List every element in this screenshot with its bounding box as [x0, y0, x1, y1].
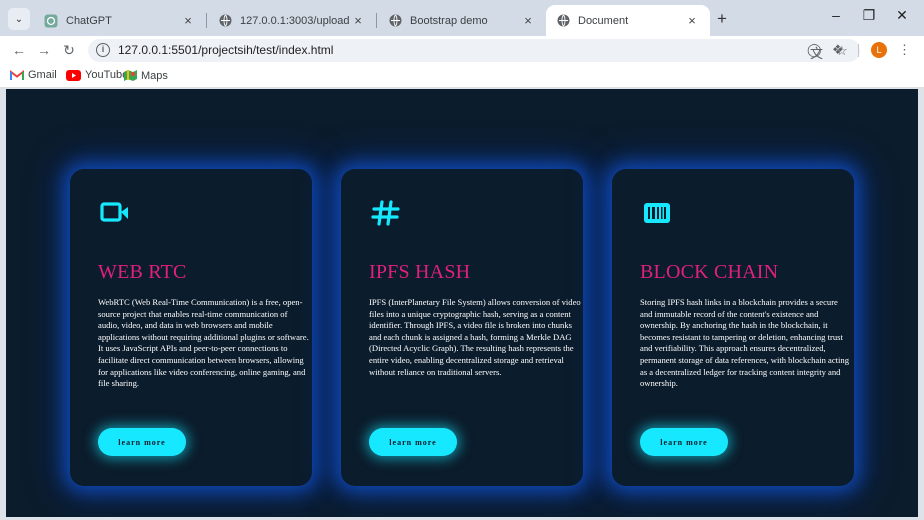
card-title: WEB RTC [98, 261, 187, 283]
gmail-icon [10, 69, 24, 81]
chatgpt-icon [44, 14, 58, 28]
tab-chatgpt[interactable]: ChatGPT × [34, 5, 206, 36]
tab-document[interactable]: Document × [546, 5, 710, 36]
learn-more-button[interactable]: learn more [98, 428, 186, 456]
profile-avatar[interactable]: L [871, 42, 887, 58]
hashtag-icon [371, 199, 401, 227]
tab-title: Document [578, 14, 629, 27]
reload-icon[interactable]: ↻ [60, 41, 78, 59]
forward-arrow-icon[interactable]: → [35, 41, 53, 59]
globe-icon [388, 14, 402, 28]
site-info-icon[interactable]: i [96, 43, 110, 57]
tab-strip: ⌄ ChatGPT × 127.0.0.1:3003/upload × Boot… [0, 0, 924, 36]
tab-title: 127.0.0.1:3003/upload [240, 14, 350, 27]
tab-close-icon[interactable]: × [520, 13, 536, 28]
feature-card-webrtc: WEB RTC WebRTC (Web Real-Time Communicat… [70, 169, 312, 486]
bookmark-maps[interactable]: Maps [124, 69, 168, 82]
page-content: WEB RTC WebRTC (Web Real-Time Communicat… [6, 89, 918, 517]
tab-close-icon[interactable]: × [180, 13, 196, 28]
video-camera-icon [100, 199, 130, 227]
barcode-icon [642, 199, 672, 227]
tab-search-button[interactable]: ⌄ [8, 8, 30, 30]
kebab-menu-icon[interactable]: ⋮ [898, 42, 911, 58]
tab-title: ChatGPT [66, 14, 112, 27]
learn-more-button[interactable]: learn more [369, 428, 457, 456]
tab-title: Bootstrap demo [410, 14, 488, 27]
minimize-icon[interactable]: – [826, 7, 846, 23]
bookmark-label: Gmail [28, 69, 57, 81]
window-close-icon[interactable]: ✕ [892, 7, 912, 24]
feature-card-ipfs-hash: IPFS HASH IPFS (InterPlanetary File Syst… [341, 169, 583, 486]
card-title: IPFS HASH [369, 261, 471, 283]
toolbar-divider [858, 44, 859, 57]
extension-shield-icon[interactable]: ◯ [807, 42, 822, 58]
restore-icon[interactable]: ❐ [859, 7, 879, 24]
chevron-down-icon: ⌄ [14, 13, 24, 25]
maps-icon [124, 69, 137, 82]
tab-close-icon[interactable]: × [350, 13, 366, 28]
globe-icon [218, 14, 232, 28]
feature-card-blockchain: BLOCK CHAIN Storing IPFS hash links in a… [612, 169, 854, 486]
card-title: BLOCK CHAIN [640, 261, 779, 283]
tab-divider [206, 13, 207, 28]
tab-bootstrap-demo[interactable]: Bootstrap demo × [378, 5, 546, 36]
card-description: IPFS (InterPlanetary File System) allows… [369, 297, 581, 377]
bookmark-label: YouTube [85, 69, 129, 81]
bookmarks-bar: Gmail YouTube Maps [0, 64, 924, 88]
address-bar[interactable]: i 127.0.0.1:5501/projectsih/test/index.h… [88, 39, 860, 62]
new-tab-button[interactable]: + [712, 9, 732, 29]
url-text[interactable]: 127.0.0.1:5501/projectsih/test/index.htm… [118, 43, 333, 57]
learn-more-button[interactable]: learn more [640, 428, 728, 456]
card-description: Storing IPFS hash links in a blockchain … [640, 297, 850, 389]
bookmark-label: Maps [141, 69, 168, 82]
browser-toolbar: ← → ↻ i 127.0.0.1:5501/projectsih/test/i… [0, 36, 924, 64]
extensions-puzzle-icon[interactable]: ❖ [832, 42, 844, 58]
bookmark-youtube[interactable]: YouTube [66, 69, 128, 81]
tab-close-icon[interactable]: × [684, 13, 700, 28]
back-arrow-icon[interactable]: ← [10, 41, 28, 59]
globe-icon [556, 14, 570, 28]
bookmark-gmail[interactable]: Gmail [10, 69, 57, 81]
tab-divider [376, 13, 377, 28]
tab-upload[interactable]: 127.0.0.1:3003/upload × [208, 5, 376, 36]
youtube-icon [66, 69, 81, 81]
card-description: WebRTC (Web Real-Time Communication) is … [98, 297, 309, 389]
